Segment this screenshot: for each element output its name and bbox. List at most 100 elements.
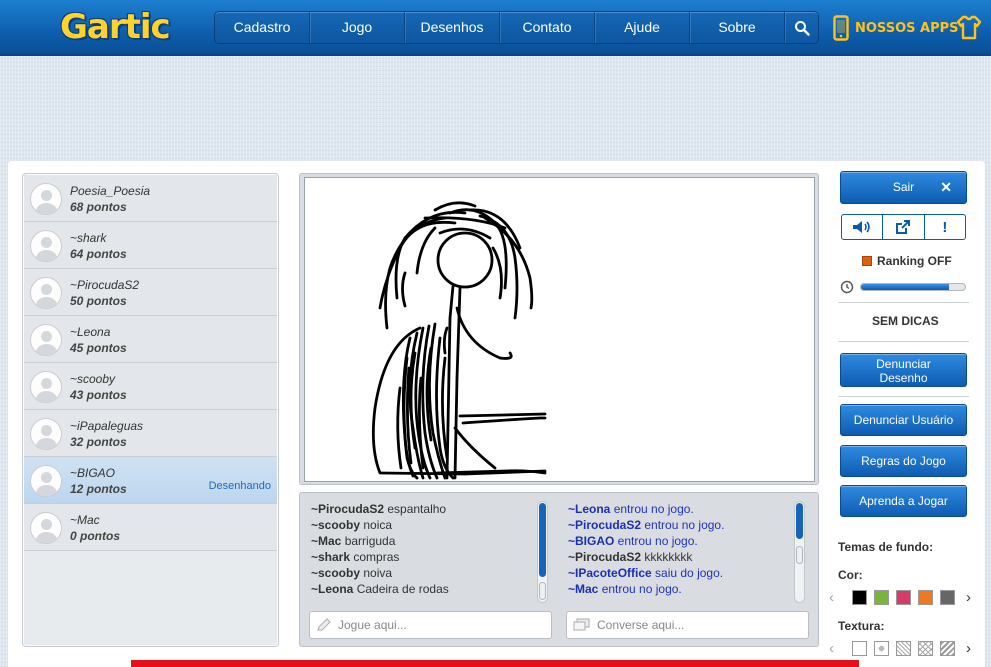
texture-cross[interactable] [918, 641, 933, 656]
main-nav: Cadastro Jogo Desenhos Contato Ajude Sob… [214, 11, 819, 44]
hints-label: SEM DICAS [872, 314, 939, 328]
player-name: ~shark [70, 231, 107, 245]
clock-icon [840, 280, 854, 299]
avatar [30, 230, 62, 262]
learn-button[interactable]: Aprenda a Jogar [840, 485, 967, 517]
chat-line: ~Mac entrou no jogo. [568, 582, 682, 596]
answer-input[interactable]: Jogue aqui... [309, 611, 552, 639]
chat-line: ~PirocudaS2 kkkkkkkk [568, 550, 693, 564]
nav-cadastro[interactable]: Cadastro [215, 12, 310, 43]
player-score: 32 pontos [70, 435, 127, 449]
player-score: 68 pontos [70, 200, 127, 214]
player-score: 43 pontos [70, 388, 127, 402]
player-name: ~PirocudaS2 [70, 278, 140, 292]
apps-link[interactable]: NOSSOS APPS [833, 14, 959, 42]
player-name: ~Mac [70, 513, 100, 527]
swatch-orange[interactable] [918, 590, 933, 605]
canvas-frame [299, 173, 819, 485]
player-name: ~Leona [70, 325, 111, 339]
nav-jogo[interactable]: Jogo [310, 12, 405, 43]
player-score: 50 pontos [70, 294, 127, 308]
gartic-logo[interactable]: Gartic [60, 6, 171, 48]
chevron-right-icon[interactable]: › [966, 589, 971, 606]
player-row[interactable]: ~shark 64 pontos [24, 222, 277, 269]
avatar [30, 183, 62, 215]
game-tools: ! [841, 214, 966, 240]
ad-banner[interactable] [131, 660, 859, 667]
avatar [30, 512, 62, 544]
nav-contato[interactable]: Contato [500, 12, 595, 43]
player-name: ~BIGAO [70, 466, 116, 480]
ranking-status: Ranking OFF [862, 254, 952, 268]
player-row[interactable]: Poesia_Poesia 68 pontos [24, 175, 277, 222]
chevron-left-icon[interactable]: ‹ [829, 589, 834, 606]
player-score: 12 pontos [70, 482, 127, 496]
scroll-thumb[interactable] [796, 503, 803, 539]
players-list: Poesia_Poesia 68 pontos ~shark 64 pontos… [22, 173, 279, 647]
player-score: 64 pontos [70, 247, 127, 261]
chat-bubble-icon [573, 618, 590, 631]
answers-scrollbar[interactable] [537, 501, 548, 603]
chevron-left-icon[interactable]: ‹ [829, 640, 834, 657]
texture-stripes[interactable] [940, 641, 955, 656]
report-drawing-button[interactable]: Denunciar Desenho [840, 353, 967, 387]
scroll-thumb[interactable] [539, 503, 546, 577]
chat-line: ~IPacoteOffice saiu do jogo. [568, 566, 724, 580]
player-row[interactable]: ~PirocudaS2 50 pontos [24, 269, 277, 316]
player-row[interactable]: ~Mac 0 pontos [24, 504, 277, 551]
answer-line: ~Mac barriguda [311, 534, 396, 548]
answer-line: ~Leona Cadeira de rodas [311, 582, 449, 596]
texture-diagonal[interactable] [896, 641, 911, 656]
chat-log: ~Leona entrou no jogo. ~PirocudaS2 entro… [568, 501, 811, 603]
player-row-drawing[interactable]: ~BIGAO 12 pontos Desenhando [24, 457, 277, 504]
answer-line: ~scooby noiva [311, 566, 393, 580]
ranking-dot [862, 256, 872, 266]
swatch-pink[interactable] [896, 590, 911, 605]
sound-icon[interactable] [842, 215, 884, 239]
alert-icon[interactable]: ! [925, 215, 965, 239]
shirt-icon[interactable] [956, 14, 982, 45]
drawing-status: Desenhando [208, 480, 271, 492]
nav-sobre[interactable]: Sobre [690, 12, 785, 43]
drawing-canvas[interactable] [304, 177, 815, 482]
answer-placeholder: Jogue aqui... [338, 618, 407, 632]
avatar [30, 371, 62, 403]
avatar [30, 418, 62, 450]
swatch-black[interactable] [852, 590, 867, 605]
drawing-sketch [371, 201, 547, 480]
rules-button[interactable]: Regras do Jogo [840, 445, 967, 477]
chat-scrollbar[interactable] [794, 501, 805, 603]
swatch-green[interactable] [874, 590, 889, 605]
chat-input[interactable]: Converse aqui... [566, 611, 809, 639]
search-icon[interactable] [785, 12, 818, 43]
answers-log: ~PirocudaS2 espantalho ~scooby noica ~Ma… [311, 501, 554, 603]
scroll-grip[interactable] [539, 582, 546, 600]
answer-line: ~scooby noica [311, 518, 393, 532]
nav-ajude[interactable]: Ajude [595, 12, 690, 43]
apps-label: NOSSOS APPS [855, 20, 959, 36]
texture-dots[interactable] [874, 641, 889, 656]
player-row[interactable]: ~Leona 45 pontos [24, 316, 277, 363]
answer-line: ~shark compras [311, 550, 400, 564]
chat-panel: ~PirocudaS2 espantalho ~scooby noica ~Ma… [299, 492, 819, 647]
avatar [30, 324, 62, 356]
answer-line: ~PirocudaS2 espantalho [311, 502, 447, 516]
divider [838, 341, 969, 342]
external-link-icon[interactable] [883, 215, 925, 239]
swatch-gray[interactable] [940, 590, 955, 605]
report-drawing-label: Denunciar Desenho [876, 357, 931, 385]
texture-plain[interactable] [852, 641, 867, 656]
divider [838, 302, 969, 303]
phone-icon [833, 15, 849, 41]
chat-line: ~PirocudaS2 entrou no jogo. [568, 518, 725, 532]
scroll-grip[interactable] [796, 546, 803, 564]
color-label: Cor: [838, 568, 863, 582]
nav-desenhos[interactable]: Desenhos [405, 12, 500, 43]
player-name: Poesia_Poesia [70, 184, 151, 198]
player-score: 0 pontos [70, 529, 120, 543]
player-row[interactable]: ~iPapaleguas 32 pontos [24, 410, 277, 457]
player-row[interactable]: ~scooby 43 pontos [24, 363, 277, 410]
exit-button[interactable]: Sair ✕ [840, 171, 967, 204]
report-user-button[interactable]: Denunciar Usuário [840, 404, 967, 436]
chevron-right-icon[interactable]: › [966, 640, 971, 657]
